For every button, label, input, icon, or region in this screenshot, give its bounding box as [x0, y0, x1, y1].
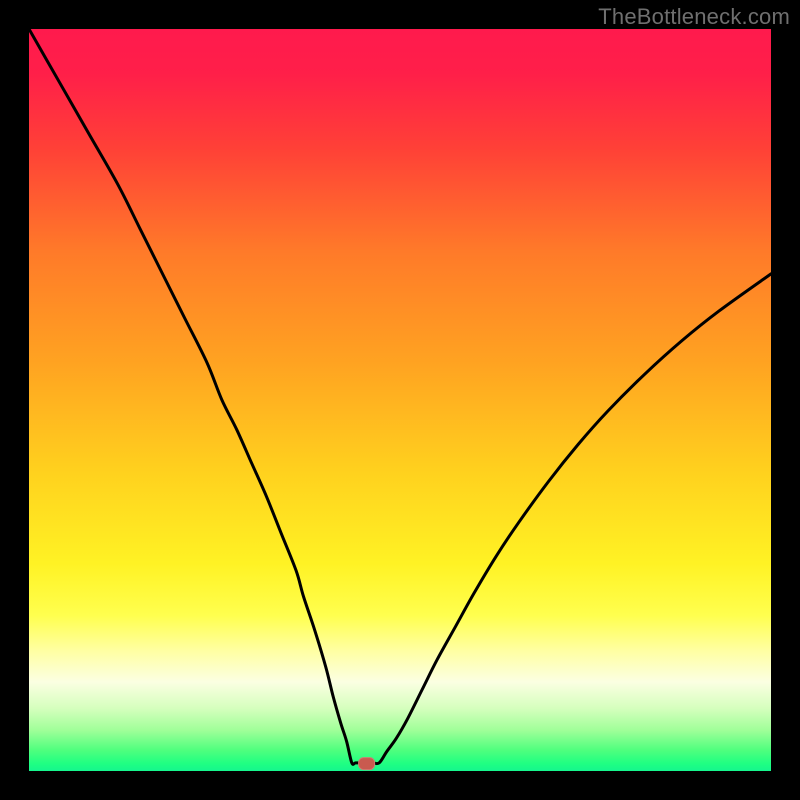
optimum-marker [359, 758, 375, 770]
plot-area [29, 29, 771, 771]
gradient-background [29, 29, 771, 771]
watermark-text: TheBottleneck.com [598, 4, 790, 30]
bottleneck-chart [29, 29, 771, 771]
chart-frame: TheBottleneck.com [0, 0, 800, 800]
